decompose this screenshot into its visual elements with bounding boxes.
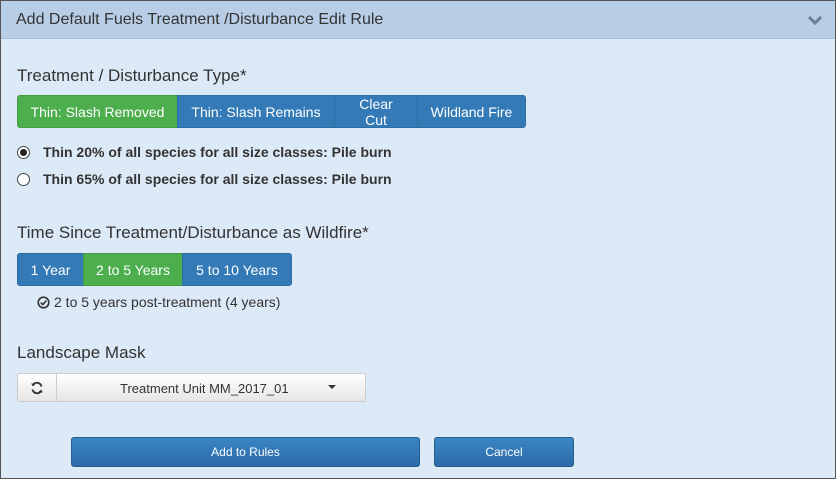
dialog-header[interactable]: Add Default Fuels Treatment /Disturbance… xyxy=(1,1,835,39)
time-5-to-10-years-button[interactable]: 5 to 10 Years xyxy=(182,253,292,286)
landscape-mask-control: Treatment Unit MM_2017_01 xyxy=(17,373,366,402)
time-1-year-button[interactable]: 1 Year xyxy=(17,253,84,286)
refresh-icon xyxy=(31,381,43,394)
treatment-wildland-fire-button[interactable]: Wildland Fire xyxy=(417,95,526,128)
time-since-group: 1 Year 2 to 5 Years 5 to 10 Years xyxy=(17,253,292,286)
treatment-type-label: Treatment / Disturbance Type* xyxy=(17,66,247,85)
chevron-down-icon[interactable] xyxy=(807,14,823,26)
treatment-clear-cut-button[interactable]: Clear Cut xyxy=(334,95,418,128)
dialog-title: Add Default Fuels Treatment /Disturbance… xyxy=(16,11,384,28)
treatment-thin-slash-removed-button[interactable]: Thin: Slash Removed xyxy=(17,95,178,128)
treatment-option-1-label: Thin 20% of all species for all size cla… xyxy=(43,144,392,160)
add-to-rules-button[interactable]: Add to Rules xyxy=(71,437,420,467)
cancel-button[interactable]: Cancel xyxy=(434,437,574,467)
treatment-option-2-label: Thin 65% of all species for all size cla… xyxy=(43,171,392,187)
refresh-button[interactable] xyxy=(17,373,57,402)
check-circle-icon xyxy=(37,295,50,309)
time-status: 2 to 5 years post-treatment (4 years) xyxy=(37,294,280,310)
treatment-thin-slash-remains-button[interactable]: Thin: Slash Remains xyxy=(177,95,335,128)
landscape-mask-value: Treatment Unit MM_2017_01 xyxy=(120,381,289,396)
time-since-label: Time Since Treatment/Disturbance as Wild… xyxy=(17,223,369,242)
landscape-mask-select[interactable]: Treatment Unit MM_2017_01 xyxy=(57,373,366,402)
time-2-to-5-years-button[interactable]: 2 to 5 Years xyxy=(83,253,183,286)
treatment-option-1-radio[interactable] xyxy=(17,145,30,159)
treatment-option-1[interactable]: Thin 20% of all species for all size cla… xyxy=(17,144,392,160)
landscape-mask-label: Landscape Mask xyxy=(17,343,146,362)
time-status-text: 2 to 5 years post-treatment (4 years) xyxy=(54,294,281,310)
treatment-option-2[interactable]: Thin 65% of all species for all size cla… xyxy=(17,171,392,187)
treatment-option-2-radio[interactable] xyxy=(17,172,30,186)
edit-rule-dialog: Add Default Fuels Treatment /Disturbance… xyxy=(0,0,836,479)
treatment-type-group: Thin: Slash Removed Thin: Slash Remains … xyxy=(17,95,526,128)
caret-down-icon xyxy=(328,385,336,389)
